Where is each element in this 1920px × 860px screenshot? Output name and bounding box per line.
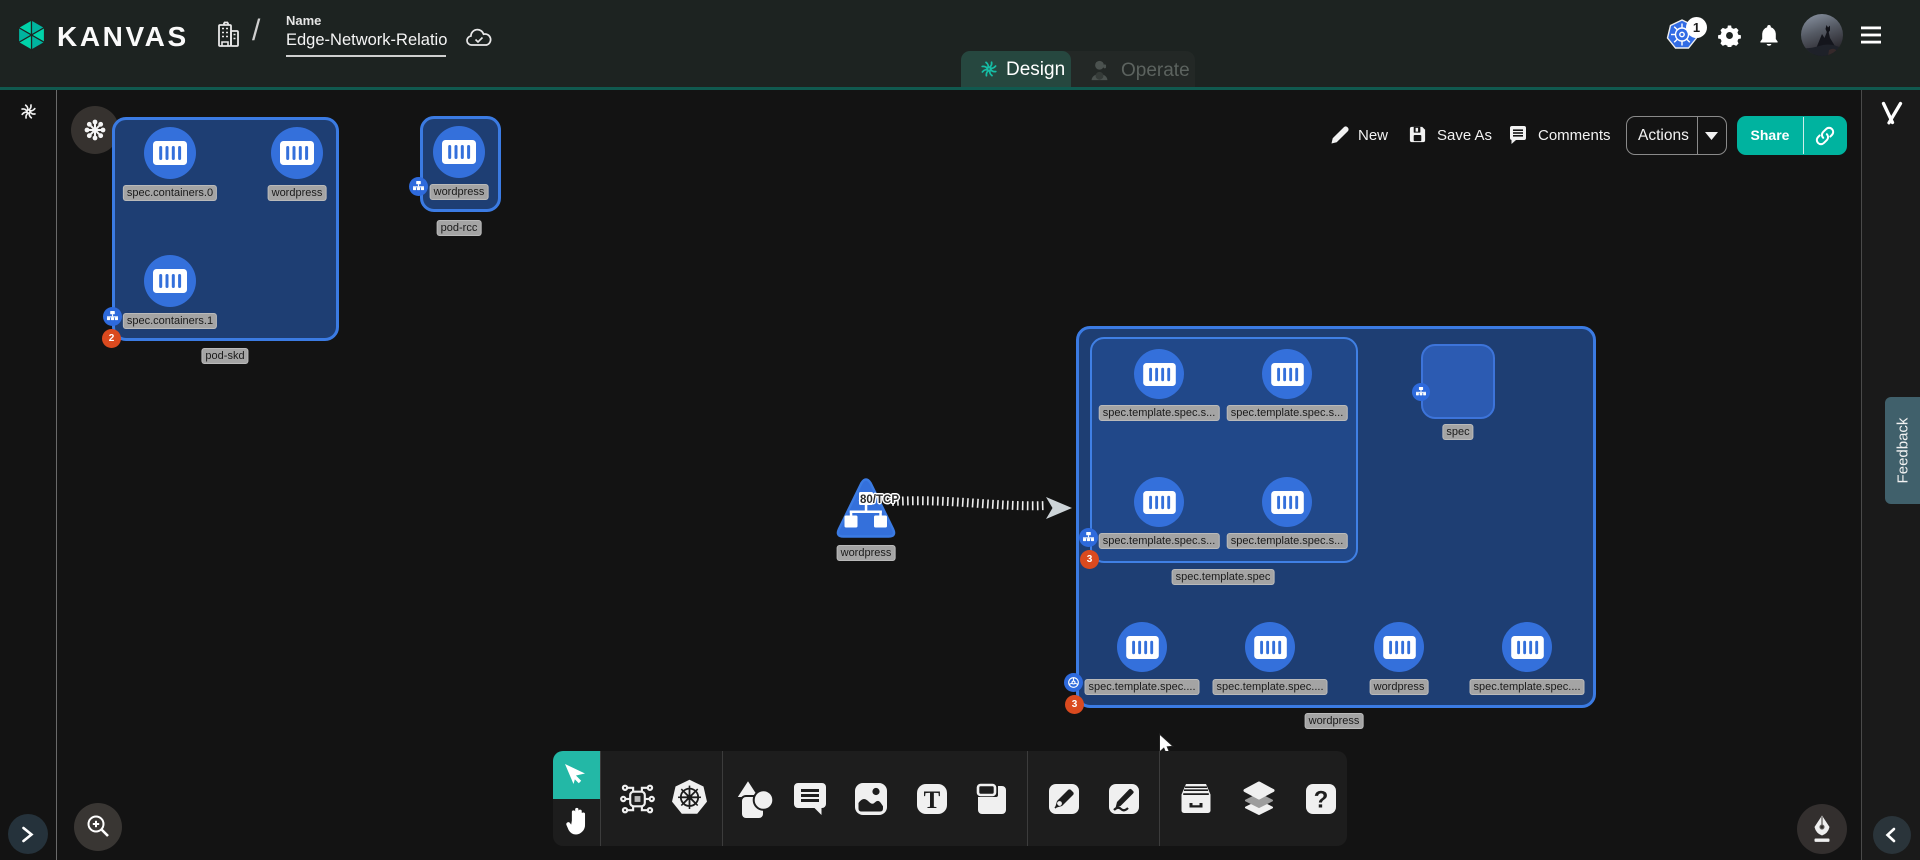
svg-text:T: T: [924, 787, 941, 814]
svg-text:?: ?: [1314, 787, 1329, 814]
